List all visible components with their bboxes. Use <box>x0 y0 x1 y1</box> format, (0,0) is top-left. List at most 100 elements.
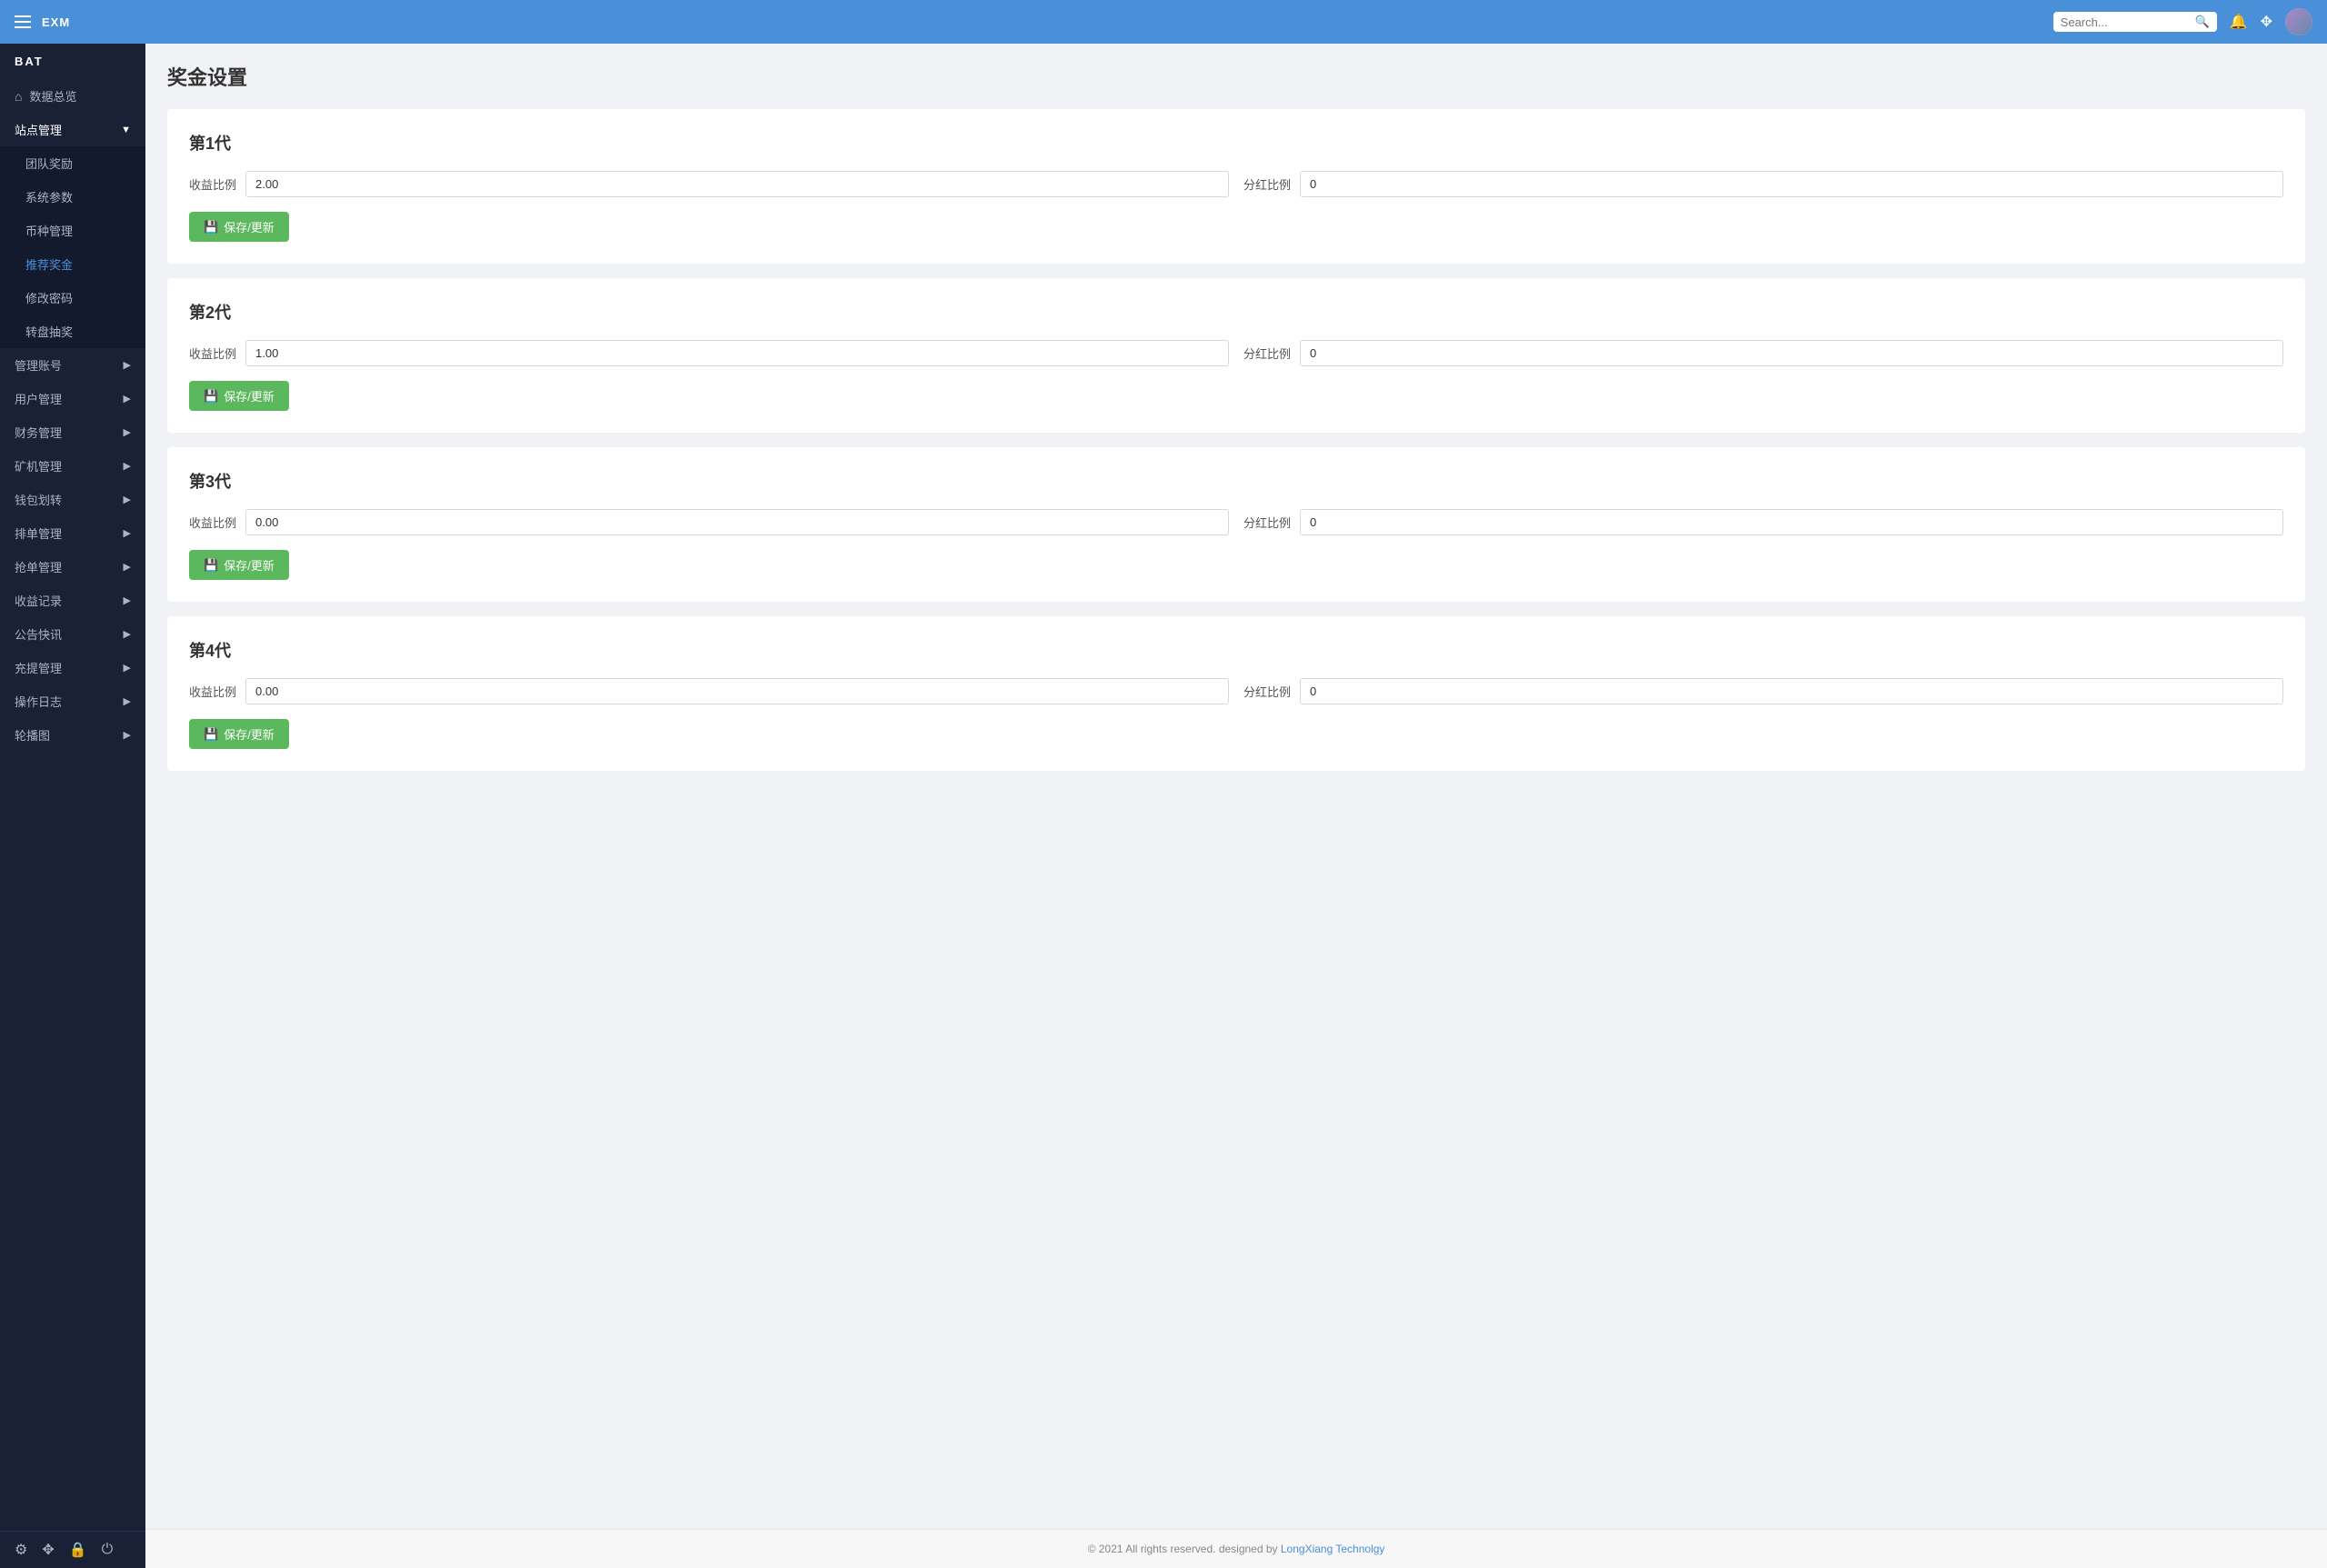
dividend-input-3[interactable] <box>1300 509 2283 535</box>
sidebar-group-qianbao[interactable]: 钱包划转 ▶ <box>0 483 145 516</box>
yield-input-2[interactable] <box>245 340 1229 366</box>
chevron-right-icon: ▶ <box>124 628 131 640</box>
form-row-2: 收益比例 分红比例 <box>189 340 2283 366</box>
sidebar-item-bizhong[interactable]: 币种管理 <box>0 214 145 247</box>
navbar: EXM 🔍 🔔 ✥ <box>0 0 2327 44</box>
search-icon[interactable]: 🔍 <box>2194 15 2209 29</box>
page-title: 奖金设置 <box>167 62 2305 91</box>
save-icon-4: 💾 <box>204 727 218 742</box>
yield-label-3: 收益比例 <box>189 514 236 531</box>
sidebar-item-xitong[interactable]: 系统参数 <box>0 180 145 214</box>
yield-input-4[interactable] <box>245 678 1229 704</box>
chevron-right-icon: ▶ <box>124 359 131 371</box>
dividend-group-3: 分红比例 <box>1243 509 2283 535</box>
layout: BAT ⌂ 数据总览 站点管理 ▼ 团队奖励 系统参数 币种管理 <box>0 44 2327 1568</box>
expand-icon[interactable]: ✥ <box>2261 13 2272 31</box>
sidebar-group-lunbotu[interactable]: 轮播图 ▶ <box>0 718 145 752</box>
yield-group-4: 收益比例 <box>189 678 1229 704</box>
form-row-4: 收益比例 分红比例 <box>189 678 2283 704</box>
save-button-2[interactable]: 💾 保存/更新 <box>189 381 289 411</box>
yield-group-1: 收益比例 <box>189 171 1229 197</box>
save-icon-2: 💾 <box>204 389 218 404</box>
sidebar-group-qiangdan[interactable]: 抢单管理 ▶ <box>0 550 145 584</box>
sidebar-group-gonggao[interactable]: 公告快讯 ▶ <box>0 617 145 651</box>
chevron-right-icon: ▶ <box>124 527 131 539</box>
dividend-input-4[interactable] <box>1300 678 2283 704</box>
form-row-3: 收益比例 分红比例 <box>189 509 2283 535</box>
gen-title-4: 第4代 <box>189 638 2283 662</box>
sidebar-group-kuangji[interactable]: 矿机管理 ▶ <box>0 449 145 483</box>
gen-title-1: 第1代 <box>189 131 2283 155</box>
chevron-right-icon: ▶ <box>124 729 131 741</box>
page-body: 奖金设置 第1代 收益比例 分红比例 💾 保存/更新 <box>145 44 2327 1529</box>
yield-input-1[interactable] <box>245 171 1229 197</box>
page-footer: © 2021 All rights reserved. designed by … <box>145 1529 2327 1568</box>
yield-label-2: 收益比例 <box>189 345 236 362</box>
save-icon-1: 💾 <box>204 220 218 235</box>
chevron-right-icon: ▶ <box>124 695 131 707</box>
gen-title-3: 第3代 <box>189 469 2283 493</box>
dividend-group-4: 分红比例 <box>1243 678 2283 704</box>
gen-card-1: 第1代 收益比例 分红比例 💾 保存/更新 <box>167 109 2305 264</box>
save-button-1[interactable]: 💾 保存/更新 <box>189 212 289 242</box>
home-icon: ⌂ <box>15 89 22 104</box>
gen-card-4: 第4代 收益比例 分红比例 💾 保存/更新 <box>167 616 2305 771</box>
save-button-3[interactable]: 💾 保存/更新 <box>189 550 289 580</box>
sidebar-tag: BAT <box>0 44 145 79</box>
save-icon-3: 💾 <box>204 558 218 573</box>
bell-icon[interactable]: 🔔 <box>2230 13 2248 31</box>
gen-card-2: 第2代 收益比例 分红比例 💾 保存/更新 <box>167 278 2305 433</box>
settings-icon[interactable]: ⚙ <box>15 1541 27 1559</box>
dividend-label-2: 分红比例 <box>1243 345 1291 362</box>
chevron-right-icon: ▶ <box>124 594 131 606</box>
chevron-right-icon: ▶ <box>124 393 131 404</box>
footer-link[interactable]: LongXiang Technolgy <box>1281 1543 1385 1555</box>
lock-icon[interactable]: 🔒 <box>69 1541 87 1559</box>
sidebar-group-chongtui[interactable]: 充提管理 ▶ <box>0 651 145 684</box>
footer-text: © 2021 All rights reserved. designed by <box>1088 1543 1281 1555</box>
power-icon[interactable]: ⏻ <box>102 1542 114 1558</box>
sidebar-group-yonghu[interactable]: 用户管理 ▶ <box>0 382 145 415</box>
sidebar-group-zhandian[interactable]: 站点管理 ▼ <box>0 113 145 146</box>
yield-group-2: 收益比例 <box>189 340 1229 366</box>
chevron-right-icon: ▶ <box>124 460 131 472</box>
dividend-group-2: 分红比例 <box>1243 340 2283 366</box>
dividend-label-3: 分红比例 <box>1243 514 1291 531</box>
app-brand: EXM <box>42 15 70 29</box>
search-input[interactable] <box>2061 15 2195 29</box>
chevron-right-icon: ▶ <box>124 426 131 438</box>
sidebar-sub-zhandian: 团队奖励 系统参数 币种管理 推荐奖金 修改密码 转盘抽奖 <box>0 146 145 348</box>
dividend-input-2[interactable] <box>1300 340 2283 366</box>
sidebar-item-zhuanpan[interactable]: 转盘抽奖 <box>0 315 145 348</box>
search-box: 🔍 <box>2053 12 2217 32</box>
save-button-4[interactable]: 💾 保存/更新 <box>189 719 289 749</box>
generation-cards: 第1代 收益比例 分红比例 💾 保存/更新 第2代 <box>167 109 2305 771</box>
navbar-right: 🔍 🔔 ✥ <box>2053 8 2312 35</box>
sidebar-group-zhandian-label: 站点管理 <box>15 121 62 138</box>
gen-card-3: 第3代 收益比例 分红比例 💾 保存/更新 <box>167 447 2305 602</box>
main-content: 奖金设置 第1代 收益比例 分红比例 💾 保存/更新 <box>145 44 2327 1568</box>
hamburger-icon[interactable] <box>15 15 31 28</box>
sidebar-item-tuandui[interactable]: 团队奖励 <box>0 146 145 180</box>
yield-label-4: 收益比例 <box>189 683 236 700</box>
sidebar-group-caiwu[interactable]: 财务管理 ▶ <box>0 415 145 449</box>
dividend-group-1: 分红比例 <box>1243 171 2283 197</box>
sidebar-item-tuijian[interactable]: 推荐奖金 <box>0 247 145 281</box>
sidebar-item-home[interactable]: ⌂ 数据总览 <box>0 79 145 113</box>
fullscreen-icon[interactable]: ✥ <box>42 1541 54 1559</box>
chevron-right-icon: ▶ <box>124 494 131 505</box>
sidebar-group-guanli[interactable]: 管理账号 ▶ <box>0 348 145 382</box>
chevron-right-icon: ▶ <box>124 662 131 674</box>
sidebar-item-xiugai[interactable]: 修改密码 <box>0 281 145 315</box>
sidebar-home-label: 数据总览 <box>29 87 76 105</box>
sidebar-group-shouyi[interactable]: 收益记录 ▶ <box>0 584 145 617</box>
chevron-down-icon: ▼ <box>121 125 131 135</box>
sidebar-group-paidan[interactable]: 排单管理 ▶ <box>0 516 145 550</box>
yield-label-1: 收益比例 <box>189 175 236 193</box>
sidebar-group-caozuo[interactable]: 操作日志 ▶ <box>0 684 145 718</box>
gen-title-2: 第2代 <box>189 300 2283 324</box>
dividend-label-1: 分红比例 <box>1243 175 1291 193</box>
yield-input-3[interactable] <box>245 509 1229 535</box>
avatar[interactable] <box>2285 8 2312 35</box>
dividend-input-1[interactable] <box>1300 171 2283 197</box>
